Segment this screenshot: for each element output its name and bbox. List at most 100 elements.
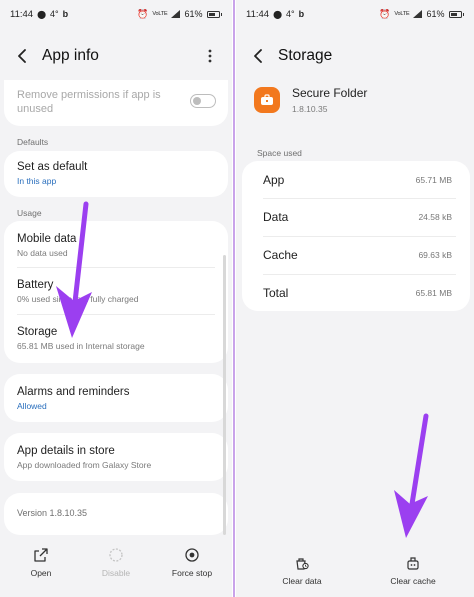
force-stop-label: Force stop xyxy=(171,568,213,578)
bottom-action-bar: Open Disable Force stop xyxy=(0,540,232,590)
clear-data-icon xyxy=(296,558,309,570)
clear-data-button[interactable]: Clear data xyxy=(262,548,342,586)
signal-icon xyxy=(413,10,423,18)
scrollbar[interactable] xyxy=(223,255,226,535)
remove-permissions-toggle[interactable] xyxy=(190,94,216,108)
alarm-icon: ⏰ xyxy=(379,8,391,19)
alarms-label: Alarms and reminders xyxy=(17,386,130,398)
mobile-data-sub: No data used xyxy=(17,248,68,258)
alarms-row[interactable]: Alarms and reminders Allowed xyxy=(4,386,228,411)
alarms-sub: Allowed xyxy=(17,401,47,411)
battery-row[interactable]: Battery 0% used since last fully charged xyxy=(4,279,228,304)
disable-label: Disable xyxy=(101,568,131,578)
annotation-arrow-icon xyxy=(56,201,92,338)
version-label: Version 1.8.10.35 xyxy=(17,508,88,518)
row-divider xyxy=(17,314,215,315)
secure-folder-app-icon xyxy=(254,87,280,113)
storage-row-total: Total 65.81 MB xyxy=(242,274,470,312)
storage-row-app: App 65.71 MB xyxy=(242,161,470,199)
notification-dot-icon: ⬤ xyxy=(273,9,283,19)
more-vertical-icon xyxy=(208,49,212,63)
back-button[interactable] xyxy=(12,46,32,66)
storage-row-value: 65.71 MB xyxy=(415,175,452,185)
app-name: Secure Folder xyxy=(292,86,368,100)
storage-screen: 11:44 ⬤ 4° b ⏰ VoLTE 61% Storage Secure … xyxy=(236,0,474,597)
carrier-glyph: b xyxy=(62,9,69,19)
network-label: VoLTE xyxy=(152,10,168,17)
defaults-section-label: Defaults xyxy=(17,137,49,147)
alarm-icon: ⏰ xyxy=(137,8,149,19)
clear-data-label: Clear data xyxy=(282,576,322,586)
battery-label: Battery xyxy=(17,279,54,291)
version-row: Version 1.8.10.35 xyxy=(4,508,228,518)
disable-button[interactable]: Disable xyxy=(76,540,156,578)
storage-row[interactable]: Storage 65.81 MB used in Internal storag… xyxy=(4,326,228,351)
app-details-store-sub: App downloaded from Galaxy Store xyxy=(17,460,152,470)
more-options-button[interactable] xyxy=(200,46,220,66)
carrier-glyph: b xyxy=(298,9,305,19)
storage-breakdown-card: App 65.71 MB Data 24.58 kB Cache 69.63 k… xyxy=(242,161,470,311)
storage-sub: 65.81 MB used in Internal storage xyxy=(17,341,145,351)
app-header: Secure Folder 1.8.10.35 xyxy=(254,86,367,114)
battery-sub: 0% used since last fully charged xyxy=(17,294,139,304)
open-label: Open xyxy=(30,568,52,578)
app-details-store-row[interactable]: App details in store App downloaded from… xyxy=(4,445,228,470)
open-button[interactable]: Open xyxy=(1,540,81,578)
mobile-data-row[interactable]: Mobile data No data used xyxy=(4,233,228,258)
storage-row-value: 69.63 kB xyxy=(418,250,452,260)
row-divider xyxy=(17,267,215,268)
battery-percent: 61% xyxy=(184,9,203,19)
store-card: App details in store App downloaded from… xyxy=(4,433,228,481)
folder-lock-icon xyxy=(261,94,273,105)
storage-row-label: Total xyxy=(263,286,289,300)
space-used-section-label: Space used xyxy=(257,148,302,158)
set-as-default-sub: In this app xyxy=(17,176,57,186)
storage-row-label: Data xyxy=(263,210,289,224)
storage-row-cache: Cache 69.63 kB xyxy=(242,236,470,274)
storage-row-label: Cache xyxy=(263,248,298,262)
screen-divider-line xyxy=(233,0,235,597)
force-stop-button[interactable]: Force stop xyxy=(152,540,232,578)
defaults-card: Set as default In this app xyxy=(4,151,228,197)
clear-cache-button[interactable]: Clear cache xyxy=(373,548,453,586)
bottom-action-bar: Clear data Clear cache xyxy=(236,548,474,597)
network-label: VoLTE xyxy=(394,10,410,17)
app-version: 1.8.10.35 xyxy=(292,104,328,114)
status-time: 11:44 xyxy=(246,8,270,20)
storage-row-data: Data 24.58 kB xyxy=(242,198,470,236)
set-as-default-row[interactable]: Set as default In this app xyxy=(4,161,228,186)
storage-row-label: App xyxy=(263,173,285,187)
app-bar: Storage xyxy=(236,38,474,74)
usage-section-label: Usage xyxy=(17,208,42,218)
app-details-store-label: App details in store xyxy=(17,445,115,457)
weather-status: 4° xyxy=(286,9,295,19)
weather-status: 4° xyxy=(50,9,59,19)
back-arrow-icon xyxy=(254,49,262,63)
open-external-icon xyxy=(34,548,48,562)
annotation-arrow-icon xyxy=(394,413,429,538)
set-as-default-label: Set as default xyxy=(17,161,88,173)
storage-label: Storage xyxy=(17,326,58,338)
app-bar: App info xyxy=(0,38,232,74)
battery-percent: 61% xyxy=(426,9,445,19)
remove-permissions-label: Remove permissions if app is unused xyxy=(17,89,161,115)
permissions-card: Remove permissions if app is unused xyxy=(4,80,228,126)
notification-dot-icon: ⬤ xyxy=(37,9,47,19)
mobile-data-label: Mobile data xyxy=(17,233,77,245)
status-time: 11:44 xyxy=(10,8,34,20)
force-stop-icon xyxy=(185,548,199,562)
clear-cache-icon xyxy=(407,557,419,570)
storage-row-value: 24.58 kB xyxy=(418,212,452,222)
usage-card: Mobile data No data used Battery 0% used… xyxy=(4,221,228,363)
alarms-card: Alarms and reminders Allowed xyxy=(4,374,228,422)
signal-icon xyxy=(171,10,181,18)
clear-cache-label: Clear cache xyxy=(390,576,436,586)
page-title: App info xyxy=(42,47,99,64)
disable-circle-icon xyxy=(109,548,123,562)
storage-row-value: 65.81 MB xyxy=(415,288,452,298)
version-card: Version 1.8.10.35 xyxy=(4,493,228,535)
status-bar: 11:44 ⬤ 4° b ⏰ VoLTE 61% xyxy=(236,0,474,28)
page-title: Storage xyxy=(278,47,333,64)
back-button[interactable] xyxy=(248,46,268,66)
battery-icon xyxy=(448,10,462,18)
